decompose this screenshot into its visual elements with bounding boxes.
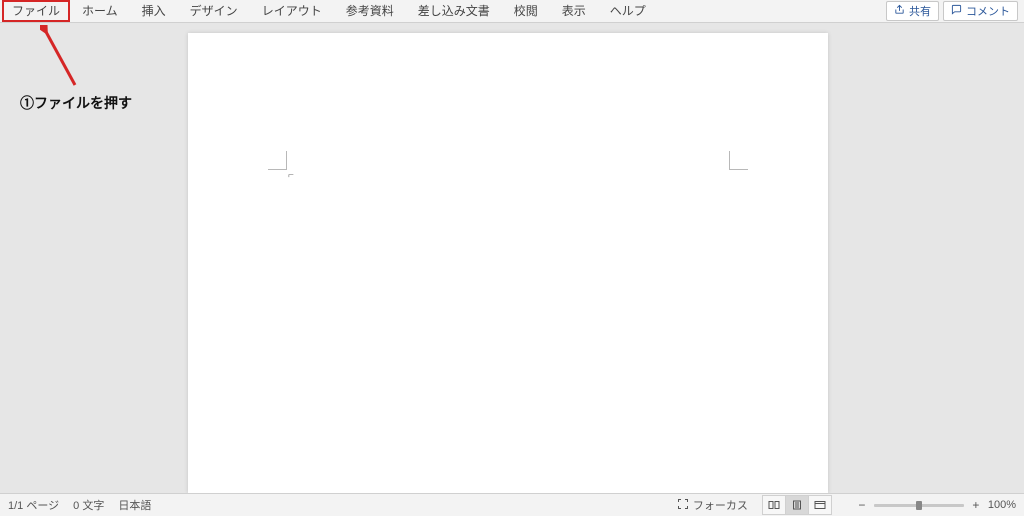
tab-help[interactable]: ヘルプ [598,0,658,22]
view-read-mode[interactable] [762,495,786,515]
zoom-in-button[interactable]: + [970,499,982,511]
tab-design[interactable]: デザイン [178,0,250,22]
comment-label: コメント [966,3,1010,19]
status-bar: 1/1 ページ 0 文字 日本語 フォーカス [0,493,1024,516]
margin-mark-top-right [729,151,748,170]
tab-insert[interactable]: 挿入 [130,0,178,22]
share-label: 共有 [909,3,931,19]
zoom-percent[interactable]: 100% [988,499,1016,511]
status-word-count[interactable]: 0 文字 [73,497,104,513]
ribbon-tab-bar: ファイル ホーム 挿入 デザイン レイアウト 参考資料 差し込み文書 校閲 表示… [0,0,1024,23]
focus-label: フォーカス [693,497,748,513]
view-mode-group [762,495,832,515]
zoom-slider-thumb[interactable] [916,501,922,510]
share-icon [894,4,905,18]
view-print-layout[interactable] [786,495,809,515]
comment-button[interactable]: コメント [943,1,1018,21]
margin-mark-top-left [268,151,287,170]
zoom-out-button[interactable]: − [856,499,868,511]
comment-icon [951,4,962,18]
tab-review[interactable]: 校閲 [502,0,550,22]
status-language[interactable]: 日本語 [118,497,151,513]
tab-file[interactable]: ファイル [2,0,70,22]
tab-mailings[interactable]: 差し込み文書 [406,0,502,22]
tab-references[interactable]: 参考資料 [334,0,406,22]
zoom-control: − + 100% [856,499,1016,511]
document-page[interactable]: ⌐ [188,33,828,493]
annotation-text: ①ファイルを押す [20,93,132,113]
share-button[interactable]: 共有 [886,1,939,21]
focus-icon [677,498,689,513]
zoom-slider[interactable] [874,504,964,507]
tab-view[interactable]: 表示 [550,0,598,22]
ribbon-right-group: 共有 コメント [886,1,1024,21]
focus-mode-button[interactable]: フォーカス [677,497,748,513]
document-workspace: ⌐ [0,23,1024,493]
view-web-layout[interactable] [809,495,832,515]
tab-layout[interactable]: レイアウト [250,0,334,22]
text-cursor: ⌐ [288,171,294,181]
status-page[interactable]: 1/1 ページ [8,497,59,513]
tab-home[interactable]: ホーム [70,0,130,22]
